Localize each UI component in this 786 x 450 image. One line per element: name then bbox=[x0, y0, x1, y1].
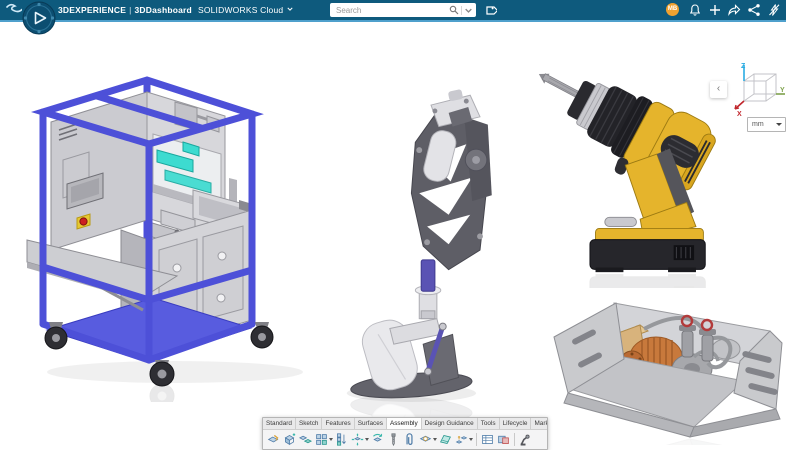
3ds-logo bbox=[4, 3, 22, 17]
prosthetic-leg-model[interactable] bbox=[333, 86, 529, 422]
bill-of-materials-icon[interactable] bbox=[480, 432, 495, 448]
move-component-dropdown-icon[interactable] bbox=[365, 438, 369, 441]
command-bar: Standard Sketch Features Surfaces Assemb… bbox=[262, 417, 548, 450]
tab-lifecycle[interactable]: Lifecycle bbox=[500, 418, 532, 429]
insert-assembly-icon[interactable] bbox=[298, 432, 313, 448]
tab-standard[interactable]: Standard bbox=[263, 418, 296, 429]
search-divider bbox=[461, 6, 462, 15]
3d-canvas[interactable]: ‹ Z Y X mm bbox=[0, 20, 786, 450]
top-bar: 3DEXPERIENCE|3DDashboard SOLIDWORKS Cloud… bbox=[0, 0, 786, 22]
global-search[interactable] bbox=[330, 3, 476, 17]
avatar[interactable]: MB bbox=[666, 3, 679, 16]
linear-pattern-dropdown-icon[interactable] bbox=[329, 438, 333, 441]
insert-components-icon[interactable] bbox=[282, 432, 297, 448]
search-input[interactable] bbox=[330, 6, 449, 15]
move-component-icon[interactable] bbox=[350, 432, 365, 448]
machine-cart-model[interactable] bbox=[24, 72, 316, 402]
axis-y-label: Y bbox=[780, 87, 785, 94]
smart-fasteners-icon[interactable] bbox=[386, 432, 401, 448]
tab-features[interactable]: Features bbox=[322, 418, 354, 429]
offline-status-icon[interactable] bbox=[767, 3, 781, 17]
units-value: mm bbox=[748, 121, 776, 128]
platform-chevron-down-icon[interactable] bbox=[287, 6, 293, 12]
tab-surfaces[interactable]: Surfaces bbox=[355, 418, 387, 429]
brand-divider: | bbox=[129, 5, 131, 15]
search-scope-chevron-icon[interactable] bbox=[464, 6, 473, 15]
cordless-drill-model[interactable] bbox=[536, 48, 722, 288]
tab-design-guidance[interactable]: Design Guidance bbox=[422, 418, 478, 429]
command-tabs: Standard Sketch Features Surfaces Assemb… bbox=[263, 418, 547, 430]
assembly-features-icon[interactable] bbox=[418, 432, 433, 448]
platform-name[interactable]: SOLIDWORKS Cloud bbox=[198, 5, 283, 15]
units-dropdown[interactable]: mm bbox=[747, 117, 786, 132]
tab-tools[interactable]: Tools bbox=[478, 418, 500, 429]
view-cube[interactable]: Z Y X bbox=[728, 60, 786, 118]
rotate-component-icon[interactable] bbox=[370, 432, 385, 448]
linear-component-pattern-icon[interactable] bbox=[314, 432, 329, 448]
exploded-view-dropdown-icon[interactable] bbox=[469, 438, 473, 441]
axis-x-label: X bbox=[737, 111, 742, 118]
exploded-view-icon[interactable] bbox=[454, 432, 469, 448]
brand-3dexperience: 3DEXPERIENCE bbox=[58, 5, 126, 15]
motion-study-icon[interactable] bbox=[518, 432, 533, 448]
toolbar-separator bbox=[514, 433, 515, 446]
tab-sketch[interactable]: Sketch bbox=[296, 418, 323, 429]
notifications-bell-icon[interactable] bbox=[688, 3, 702, 17]
compass-icon[interactable] bbox=[22, 1, 56, 35]
share-arrow-icon[interactable] bbox=[727, 3, 741, 17]
component-pattern-icon[interactable] bbox=[334, 432, 349, 448]
units-chevron-icon bbox=[776, 123, 782, 126]
toolbox-engine-model[interactable] bbox=[543, 273, 785, 445]
toolbar-separator bbox=[476, 433, 477, 446]
axis-z-label: Z bbox=[741, 63, 746, 70]
tab-assembly[interactable]: Assembly bbox=[387, 418, 422, 429]
mate-icon[interactable] bbox=[402, 432, 417, 448]
edit-component-icon[interactable] bbox=[266, 432, 281, 448]
tag-icon[interactable] bbox=[484, 4, 497, 17]
interference-detection-icon[interactable] bbox=[496, 432, 511, 448]
reference-geometry-icon[interactable] bbox=[438, 432, 453, 448]
search-icon[interactable] bbox=[449, 5, 459, 15]
add-icon[interactable] bbox=[708, 3, 722, 17]
app-name: 3DDashboard bbox=[134, 5, 191, 15]
brand-text: 3DEXPERIENCE|3DDashboard SOLIDWORKS Cloud bbox=[58, 0, 293, 20]
share-network-icon[interactable] bbox=[747, 3, 761, 17]
assembly-features-dropdown-icon[interactable] bbox=[433, 438, 437, 441]
tab-marketplace[interactable]: Marketplace bbox=[531, 418, 547, 429]
command-icons-row bbox=[263, 430, 547, 449]
panel-collapse-button[interactable]: ‹ bbox=[710, 81, 727, 98]
